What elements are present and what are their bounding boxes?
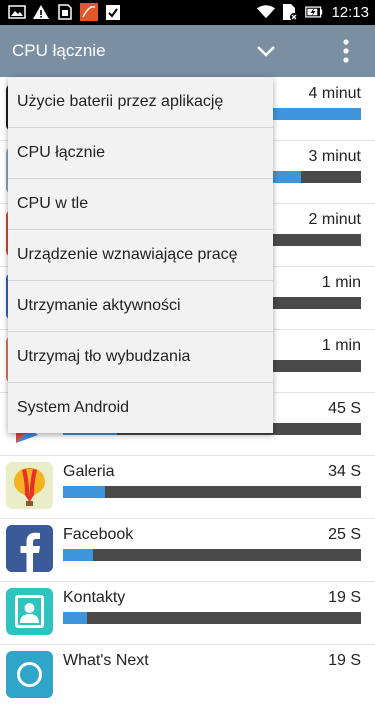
list-item[interactable]: Galeria 34 S [0,455,375,519]
list-item[interactable]: What's Next 19 S [0,644,375,707]
sim-icon [56,3,74,21]
app-name: Galeria [63,463,115,480]
contacts-icon [6,588,53,635]
usage-value: 34 S [328,463,361,480]
gallery-icon [6,462,53,509]
toolbar-title[interactable]: CPU łącznie [12,41,106,61]
list-item[interactable]: Kontakty 19 S [0,581,375,645]
menu-item-wakeups[interactable]: Urządzenie wznawiające pracę [8,230,273,281]
clipboard-check-icon [104,3,122,21]
overflow-menu-icon[interactable] [336,38,356,64]
app-name: Kontakty [63,589,126,606]
usage-bar-fill [63,486,105,498]
usage-value: 25 S [328,526,361,543]
usage-bar-fill [63,612,87,624]
status-time: 12:13 [331,3,369,21]
app-toolbar: CPU łącznie [0,25,375,77]
wifi-icon [257,3,276,21]
battery-charging-icon [305,3,323,21]
usage-value: 19 S [328,589,361,606]
menu-item-background-wakeups[interactable]: Utrzymaj tło wybudzania [8,332,273,383]
menu-item-keep-awake[interactable]: Utrzymanie aktywności [8,281,273,332]
menu-item-battery-usage[interactable]: Użycie baterii przez aplikację [8,77,273,128]
sim-off-icon [281,3,299,21]
app-name: What's Next [63,652,149,669]
chevron-down-icon[interactable] [255,41,277,61]
menu-item-cpu-total[interactable]: CPU łącznie [8,128,273,179]
usage-bar [63,549,361,561]
status-icons-left [8,3,122,21]
usage-value: 3 minut [308,148,361,165]
facebook-icon [6,525,53,572]
menu-item-system-android[interactable]: System Android [8,383,273,433]
usage-value: 19 S [328,652,361,669]
warning-icon [32,3,50,21]
image-icon [8,3,26,21]
sort-dropdown-menu: Użycie baterii przez aplikację CPU łączn… [8,77,273,433]
list-item[interactable]: Facebook 25 S [0,518,375,582]
usage-value: 1 min [321,274,361,291]
usage-bar [63,612,361,624]
usage-value: 45 S [328,400,361,417]
app-name: Facebook [63,526,134,543]
status-bar: 12:13 [0,0,375,25]
usage-value: 1 min [321,337,361,354]
status-icons-right: 12:13 [257,3,369,21]
usage-value: 2 minut [308,211,361,228]
usage-bar [63,486,361,498]
app-notification-icon [80,3,98,21]
usage-bar-fill [63,549,93,561]
usage-value: 4 minut [308,85,361,102]
menu-item-cpu-background[interactable]: CPU w tle [8,179,273,230]
whats-next-icon [6,651,53,698]
